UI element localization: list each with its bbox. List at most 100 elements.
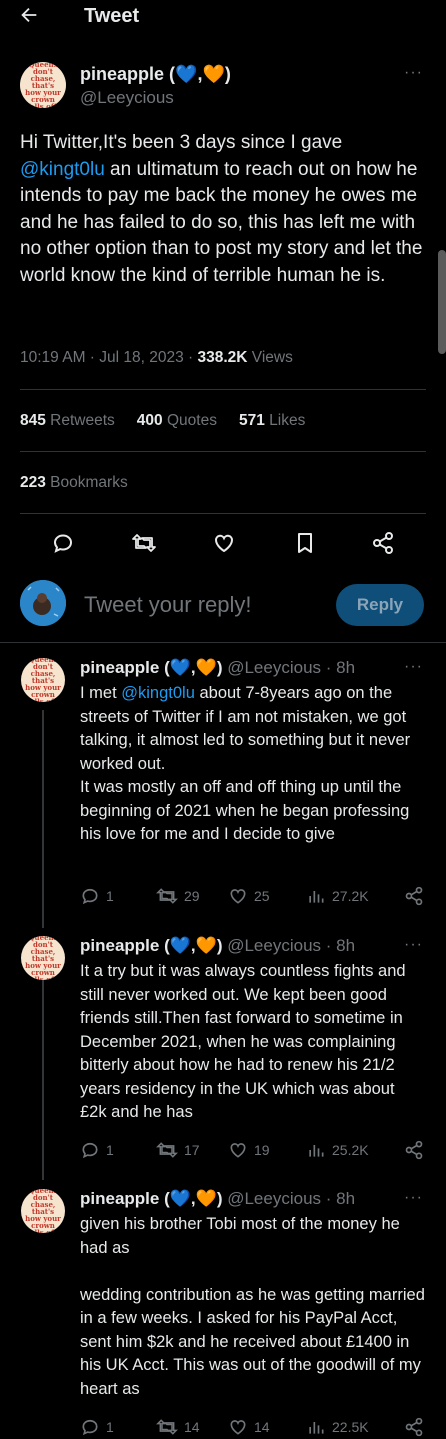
like-button[interactable] [209,528,239,558]
engagement-stats: 845 Retweets 400 Quotes 571 Likes [20,412,305,430]
reply-icon [82,1142,98,1159]
reply-button[interactable]: 1 [80,886,114,906]
tweet-action-bar [0,528,446,558]
bookmark-icon [298,533,312,553]
bookmarks-stat[interactable]: 223 Bookmarks [20,474,128,492]
retweet-icon [132,534,156,552]
share-button[interactable] [368,528,398,558]
reply-handle[interactable]: @Leeycious · 8h [227,936,355,955]
divider [20,513,426,514]
scrollbar[interactable] [438,250,446,354]
avatar[interactable]: Queens don't chase, that's how your crow… [21,658,65,702]
analytics-icon [309,891,324,903]
retweet-button[interactable] [129,528,159,558]
retweet-icon [156,1419,178,1435]
reply-actions: 1 14 14 22.5K [80,1417,430,1439]
arrow-left-icon [21,7,37,23]
analytics-icon [309,1145,324,1157]
like-button[interactable]: 19 [228,1140,270,1160]
more-options-icon[interactable]: ··· [404,936,423,954]
heart-icon [230,889,246,904]
retweet-icon [156,888,178,904]
avatar[interactable]: Queens don't chase, that's how your crow… [21,1189,65,1233]
orange-heart-icon: 🧡 [195,658,217,677]
retweet-button[interactable]: 17 [156,1140,200,1160]
more-options-icon[interactable]: ··· [404,1189,423,1207]
divider [20,389,426,390]
avatar[interactable]: Queens don't chase, that's how your crow… [20,62,66,108]
reply-handle[interactable]: @Leeycious · 8h [227,658,355,677]
blue-heart-icon: 💙 [169,936,191,955]
share-icon [373,532,393,554]
reply-composer: Tweet your reply! Reply [0,580,446,640]
like-button[interactable]: 14 [228,1417,270,1437]
mention-link[interactable]: @kingt0lu [20,159,105,180]
divider [0,642,446,643]
avatar[interactable]: Queens don't chase, that's how your crow… [21,936,65,980]
blue-heart-icon: 💙 [169,1189,191,1208]
quotes-stat[interactable]: 400 Quotes [137,412,217,429]
heart-icon [230,1143,246,1158]
reply-text: given his brother Tobi most of the money… [80,1215,425,1398]
tweet-meta: 10:19 AM · Jul 18, 2023 · 338.2K Views [20,349,293,367]
views-button[interactable]: 25.2K [306,1140,369,1160]
views-count: 338.2K [197,349,248,366]
orange-heart-icon: 🧡 [195,936,217,955]
orange-heart-icon: 🧡 [202,64,225,84]
page-title: Tweet [84,5,140,27]
reply-header: pineapple (💙,🧡) @Leeycious · 8h [80,1189,356,1208]
bookmark-button[interactable] [290,528,320,558]
more-options-icon[interactable]: ··· [404,64,423,82]
views-label: Views [247,349,293,366]
reply-icon [53,534,73,553]
thread-reply[interactable]: Queens don't chase, that's how your crow… [0,658,446,918]
share-button[interactable] [404,1417,424,1437]
retweet-button[interactable]: 14 [156,1417,200,1437]
reply-text: I met @kingt0lu about 7-8years ago on th… [80,684,411,843]
reply-submit-button[interactable]: Reply [336,584,424,626]
author-name[interactable]: pineapple (💙,🧡) [80,64,231,85]
top-bar: Tweet [0,0,446,34]
author-handle[interactable]: @Leeycious [80,88,174,108]
back-button[interactable] [18,4,40,31]
orange-heart-icon: 🧡 [195,1189,217,1208]
share-button[interactable] [404,886,424,906]
avatar-text: Queens don't chase, that's how your crow… [25,62,61,108]
share-button[interactable] [404,1140,424,1160]
tweet-timestamp[interactable]: 10:19 AM · Jul 18, 2023 · [20,349,198,366]
share-icon [405,1417,423,1437]
share-icon [405,886,423,906]
likes-stat[interactable]: 571 Likes [239,412,305,429]
retweets-stat[interactable]: 845 Retweets [20,412,115,429]
divider [20,451,426,452]
share-icon [405,1140,423,1160]
reply-actions: 1 29 25 27.2K [80,886,430,908]
reply-button[interactable] [48,528,78,558]
like-button[interactable]: 25 [228,886,270,906]
user-avatar[interactable] [20,580,66,626]
views-button[interactable]: 27.2K [306,886,369,906]
reply-input[interactable]: Tweet your reply! [84,592,252,618]
retweet-button[interactable]: 29 [156,886,200,906]
mention-link[interactable]: @kingt0lu [121,684,195,702]
views-button[interactable]: 22.5K [306,1417,369,1437]
thread-reply[interactable]: Queens don't chase, that's how your crow… [0,936,446,1172]
reply-handle[interactable]: @Leeycious · 8h [227,1189,355,1208]
analytics-icon [309,1422,324,1434]
reply-icon [82,888,98,905]
reply-text: It a try but it was always countless fig… [80,962,406,1121]
avatar-image-icon [20,580,66,626]
more-options-icon[interactable]: ··· [404,658,423,676]
heart-icon [214,534,234,553]
thread-reply[interactable]: Queens don't chase, that's how your crow… [0,1189,446,1437]
blue-heart-icon: 💙 [169,658,191,677]
retweet-icon [156,1142,178,1158]
reply-header: pineapple (💙,🧡) @Leeycious · 8h [80,658,356,677]
reply-header: pineapple (💙,🧡) @Leeycious · 8h [80,936,356,955]
blue-heart-icon: 💙 [175,64,198,84]
reply-actions: 1 17 19 25.2K [80,1140,430,1162]
reply-icon [82,1419,98,1436]
reply-button[interactable]: 1 [80,1417,114,1437]
heart-icon [230,1420,246,1435]
reply-button[interactable]: 1 [80,1140,114,1160]
